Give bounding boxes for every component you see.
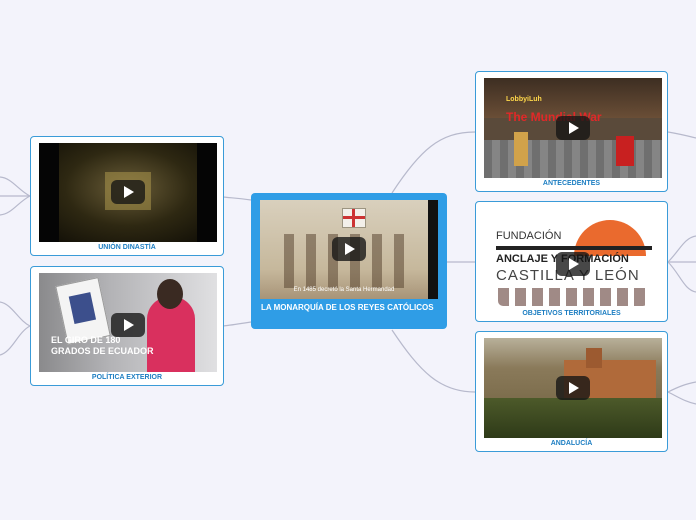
play-icon[interactable] (111, 313, 145, 337)
node-antecedentes[interactable]: LobbyiLuh The Mundial War ANTECEDENTES (475, 71, 668, 192)
video-thumbnail[interactable]: En 1485 decretó la Santa Hermandad (260, 200, 438, 299)
link-central-exterior (222, 321, 252, 327)
central-topic[interactable]: En 1485 decretó la Santa Hermandad LA MO… (251, 193, 447, 329)
link-exterior-leaf-1 (0, 301, 31, 327)
link-objetivos-leaf-1 (667, 235, 696, 263)
trees (484, 398, 662, 438)
node-union-dinastia[interactable]: UNIÓN DINASTÍA (30, 136, 224, 256)
video-thumbnail[interactable] (39, 143, 217, 242)
character-left (514, 132, 528, 166)
node-label: ANTECEDENTES (542, 180, 601, 187)
flag-image (342, 208, 366, 228)
video-caption: En 1485 decretó la Santa Hermandad (293, 287, 395, 293)
node-politica-exterior[interactable]: EL GIRO DE 180 GRADOS DE ECUADOR POLÍTIC… (30, 266, 224, 386)
link-objetivos-leaf-3 (667, 261, 696, 293)
play-icon[interactable] (556, 376, 590, 400)
video-thumbnail[interactable]: FUNDACIÓN ANCLAJE Y FORMACIÓN CASTILLA Y… (484, 208, 662, 308)
logo-text-1: FUNDACIÓN (496, 230, 562, 242)
node-label: POLÍTICA EXTERIOR (91, 374, 163, 381)
link-andalucia-leaf-2 (667, 391, 696, 405)
link-andalucia-leaf-1 (667, 381, 696, 393)
video-title-overlay: EL GIRO DE 180 GRADOS DE ECUADOR (51, 335, 154, 356)
link-exterior-leaf-2 (0, 325, 31, 356)
node-andalucia[interactable]: ANDALUCÍA (475, 331, 668, 452)
link-union-leaf-3 (0, 195, 31, 216)
logo-sun (574, 220, 646, 256)
play-icon[interactable] (556, 116, 590, 140)
logo-bars (498, 288, 648, 306)
link-central-andalucia (391, 329, 476, 393)
video-thumbnail[interactable]: LobbyiLuh The Mundial War (484, 78, 662, 178)
link-central-antecedentes (391, 131, 476, 194)
node-label: ANDALUCÍA (550, 440, 593, 447)
node-label: OBJETIVOS TERRITORIALES (522, 310, 621, 317)
node-label: UNIÓN DINASTÍA (98, 244, 156, 251)
character-right (616, 136, 634, 166)
video-thumbnail[interactable]: EL GIRO DE 180 GRADOS DE ECUADOR (39, 273, 217, 372)
video-user: LobbyiLuh (506, 96, 542, 103)
node-objetivos-territoriales[interactable]: FUNDACIÓN ANCLAJE Y FORMACIÓN CASTILLA Y… (475, 201, 668, 322)
play-icon[interactable] (332, 237, 366, 261)
play-icon[interactable] (111, 180, 145, 204)
video-thumbnail[interactable] (484, 338, 662, 438)
link-union-leaf-1 (0, 176, 31, 197)
central-label: LA MONARQUÍA DE LOS REYES CATÓLICOS (261, 303, 434, 312)
play-icon[interactable] (556, 252, 590, 276)
link-central-union (222, 196, 252, 201)
link-antecedentes-leaf-1 (667, 131, 696, 139)
